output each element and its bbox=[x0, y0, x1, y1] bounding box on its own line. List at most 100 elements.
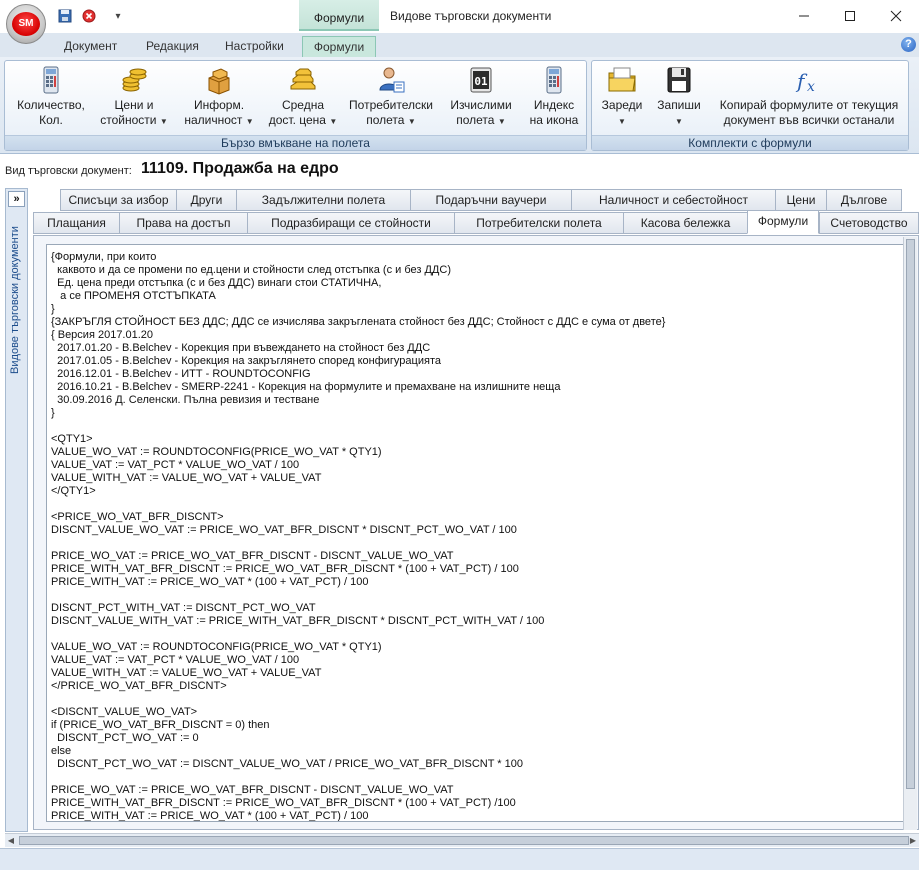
document-header: Вид търговски документ: 11109. Продажба … bbox=[0, 155, 919, 185]
coins-icon bbox=[122, 68, 147, 92]
icon-index-label-2: на икона bbox=[529, 113, 579, 127]
formula-editor[interactable]: {Формули, при които каквото и да се пром… bbox=[46, 244, 906, 822]
icon-index-button[interactable]: Индекс на икона bbox=[521, 64, 587, 136]
calculated-fields-label-1: Изчислими bbox=[450, 98, 512, 112]
ribbon-tab-edit[interactable]: Редакция bbox=[142, 36, 203, 57]
quantity-label-2: Кол. bbox=[39, 113, 63, 127]
dropdown-arrow-icon: ▼ bbox=[407, 117, 416, 126]
formula-line: </QTY1> bbox=[51, 485, 96, 497]
minimize-icon bbox=[799, 15, 809, 16]
close-window-button[interactable] bbox=[873, 0, 919, 31]
app-logo: SM bbox=[12, 12, 40, 36]
svg-text:x: x bbox=[807, 79, 815, 95]
tab-accounting[interactable]: Счетоводство bbox=[819, 212, 919, 234]
formula-line: PRICE_WITH_VAT_BFR_DISCNT := PRICE_WO_VA… bbox=[51, 563, 519, 575]
formula-line: а се ПРОМЕНЯ ОТСТЪПКАТА bbox=[51, 290, 216, 302]
formula-line: else bbox=[51, 745, 72, 757]
floppy-disk-icon bbox=[667, 67, 691, 93]
formula-line: 2016.10.21 - B.Belchev - SMERP-2241 - Ко… bbox=[51, 381, 561, 393]
minimize-button[interactable] bbox=[781, 0, 827, 31]
expand-panel-button[interactable]: » bbox=[8, 191, 25, 207]
tab-debts[interactable]: Дългове bbox=[826, 189, 902, 211]
user-fields-icon bbox=[379, 67, 405, 93]
calculated-fields-button[interactable]: 01 Изчислими полета ▼ bbox=[443, 64, 519, 136]
user-fields-button[interactable]: Потребителски полета ▼ bbox=[347, 64, 435, 136]
prices-values-button[interactable]: Цени и стойности ▼ bbox=[97, 64, 171, 136]
formula-line: } bbox=[51, 407, 55, 419]
user-fields-label-1: Потребителски bbox=[349, 98, 433, 112]
info-availability-label-2: наличност bbox=[184, 113, 243, 127]
maximize-icon bbox=[845, 10, 855, 21]
app-menu-button[interactable]: SM bbox=[6, 4, 46, 44]
help-icon[interactable]: ? bbox=[901, 37, 916, 52]
quantity-button[interactable]: Количество, Кол. bbox=[13, 64, 89, 136]
quick-close-icon[interactable] bbox=[80, 6, 98, 26]
ribbon-tab-settings[interactable]: Настройки bbox=[221, 36, 288, 57]
tab-access-rights[interactable]: Права на достъп bbox=[119, 212, 248, 234]
tab-other[interactable]: Други bbox=[176, 189, 237, 211]
average-price-label-1: Средна bbox=[281, 98, 325, 112]
average-delivery-price-button[interactable]: Средна дост. цена ▼ bbox=[263, 64, 343, 136]
user-fields-label-2: полета bbox=[366, 113, 405, 127]
save-button[interactable]: Запиши ▼ bbox=[652, 64, 706, 136]
prices-values-label-2: стойности bbox=[100, 113, 157, 127]
formula-line: VALUE_WITH_VAT := VALUE_WO_VAT + VALUE_V… bbox=[51, 472, 322, 484]
group-label-quick-insert: Бързо вмъкване на полета bbox=[5, 135, 586, 150]
scroll-right-icon[interactable]: ▶ bbox=[907, 834, 919, 847]
copy-formulas-label-2: документ във всички останали bbox=[723, 113, 895, 127]
dropdown-arrow-icon: ▼ bbox=[159, 117, 168, 126]
horizontal-scrollbar[interactable]: ◀ ▶ bbox=[5, 833, 919, 847]
vertical-scrollbar[interactable] bbox=[903, 237, 917, 830]
boxes-icon bbox=[208, 68, 230, 95]
maximize-button[interactable] bbox=[827, 0, 873, 31]
formula-line: PRICE_WITH_VAT := PRICE_WO_VAT * (100 + … bbox=[51, 576, 369, 588]
formula-line: VALUE_WO_VAT := ROUNDTOCONFIG(PRICE_WO_V… bbox=[51, 641, 382, 653]
info-availability-button[interactable]: Информ. наличност ▼ bbox=[181, 64, 257, 136]
scroll-left-icon[interactable]: ◀ bbox=[5, 834, 17, 847]
quick-access-dropdown-icon[interactable]: ▾ bbox=[112, 6, 124, 26]
tab-required-fields[interactable]: Задължителни полета bbox=[236, 189, 411, 211]
load-button[interactable]: Зареди ▼ bbox=[598, 64, 646, 136]
formula-line: <QTY1> bbox=[51, 433, 93, 445]
tab-payments[interactable]: Плащания bbox=[33, 212, 120, 234]
fx-icon: fx bbox=[795, 69, 815, 95]
formula-line: PRICE_WITH_VAT := PRICE_WO_VAT * (100 + … bbox=[51, 810, 369, 822]
ribbon: Количество, Кол. Цени и стойности ▼ Инфо… bbox=[0, 57, 919, 154]
calculated-fields-label-2: полета bbox=[456, 113, 495, 127]
formula-line: DISCNT_PCT_WO_VAT := 0 bbox=[51, 732, 199, 744]
copy-formulas-button[interactable]: fx Копирай формулите от текущия документ… bbox=[714, 64, 904, 136]
formula-line: if (PRICE_WO_VAT_BFR_DISCNT = 0) then bbox=[51, 719, 270, 731]
close-icon bbox=[890, 10, 902, 21]
counter-icon: 01 bbox=[470, 67, 492, 93]
gold-bars-icon bbox=[290, 68, 316, 90]
ribbon-tab-document[interactable]: Документ bbox=[60, 36, 121, 57]
tab-availability-cost[interactable]: Наличност и себестойност bbox=[571, 189, 776, 211]
tab-default-values[interactable]: Подразбиращи се стойности bbox=[247, 212, 455, 234]
formula-line: {Формули, при които bbox=[51, 251, 157, 263]
ribbon-tab-formulas[interactable]: Формули bbox=[302, 36, 376, 57]
tab-receipt[interactable]: Касова бележка bbox=[623, 212, 748, 234]
tab-formulas[interactable]: Формули bbox=[747, 210, 819, 234]
horizontal-scrollbar-thumb[interactable] bbox=[19, 836, 909, 845]
formula-line: <DISCNT_VALUE_WO_VAT> bbox=[51, 706, 198, 718]
ribbon-tab-bar: Документ Редакция Настройки Формули bbox=[0, 33, 919, 57]
side-panel-label[interactable]: Видове търговски документи bbox=[9, 222, 23, 378]
tab-prices[interactable]: Цени bbox=[775, 189, 827, 211]
calculator-icon bbox=[546, 66, 562, 94]
formula-line: Ед. цена преди отстъпка (с и без ДДС) ви… bbox=[51, 277, 382, 289]
formula-line: VALUE_WITH_VAT := VALUE_WO_VAT + VALUE_V… bbox=[51, 667, 322, 679]
tab-selection-lists[interactable]: Списъци за избор bbox=[60, 189, 177, 211]
dropdown-arrow-icon: ▼ bbox=[497, 117, 506, 126]
document-title: 11109. Продажба на едро bbox=[141, 160, 339, 177]
calculator-icon bbox=[43, 66, 59, 94]
context-tab-title: Формули bbox=[299, 0, 379, 31]
tab-gift-vouchers[interactable]: Подаръчни ваучери bbox=[410, 189, 572, 211]
vertical-scrollbar-thumb[interactable] bbox=[906, 239, 915, 789]
formula-line: DISCNT_PCT_WO_VAT := DISCNT_VALUE_WO_VAT… bbox=[51, 758, 524, 770]
status-bar bbox=[0, 848, 919, 870]
formula-line: PRICE_WO_VAT := PRICE_WO_VAT_BFR_DISCNT … bbox=[51, 784, 454, 796]
quick-save-icon[interactable] bbox=[56, 6, 74, 26]
tab-user-fields[interactable]: Потребителски полета bbox=[454, 212, 624, 234]
formula-line: DISCNT_VALUE_WO_VAT := PRICE_WO_VAT_BFR_… bbox=[51, 524, 517, 536]
formula-line: DISCNT_VALUE_WITH_VAT := PRICE_WITH_VAT_… bbox=[51, 615, 545, 627]
